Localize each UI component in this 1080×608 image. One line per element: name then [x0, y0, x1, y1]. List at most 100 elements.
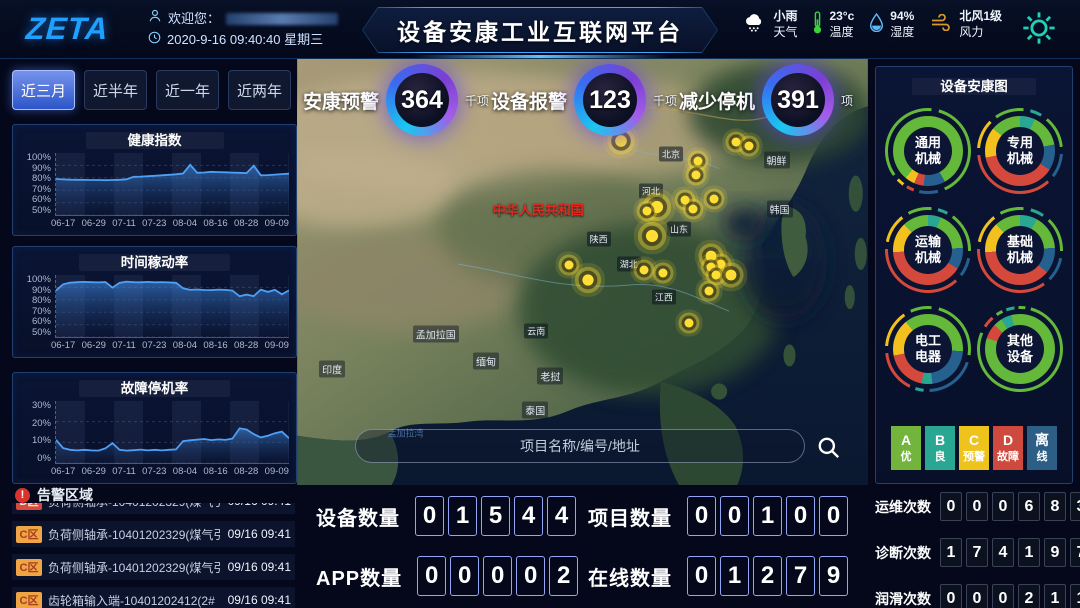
kpi-label: 安康预警: [303, 87, 379, 114]
y-axis: 100%90%80%70%60%50%: [13, 153, 55, 215]
filter-2-years[interactable]: 近两年: [228, 70, 291, 110]
map-marker[interactable]: [681, 195, 690, 204]
time-filter-group: 近三月 近半年 近一年 近两年: [12, 70, 291, 110]
kpi-label: 减少停机: [679, 87, 755, 114]
digit-cell: 0: [417, 556, 446, 596]
map-marker[interactable]: [565, 260, 574, 269]
device-health-panel: 设备安康图 通用机械 专用机械 运输机械 基础机械 电工电器 其他设备 A优 B…: [875, 66, 1073, 484]
search-input[interactable]: [356, 437, 804, 455]
alert-area-title: 告警区域: [37, 485, 93, 505]
alert-row[interactable]: C区 负荷侧轴承-10401202329(煤气引风机电... 09/16 09:…: [12, 521, 295, 547]
y-tick: 80%: [32, 174, 51, 184]
stat-online-count: 在线数量 01279: [588, 556, 848, 596]
map-marker[interactable]: [646, 230, 658, 242]
header-datetime: 2020-9-16 09:40:40 星期三: [167, 29, 323, 50]
digit-cell: 1: [1044, 584, 1066, 608]
filter-3-months[interactable]: 近三月: [12, 70, 75, 110]
digit-cell: 6: [1018, 492, 1040, 521]
china-map[interactable]: 中华人民共和国朝鲜韩国印度孟加拉国缅甸老挝泰国云南北京河北山东陕西湖北江西孟加拉…: [297, 58, 868, 485]
weather-strip: 小雨天气 23°c温度 94%湿度 北风1级风力: [743, 9, 1002, 40]
digit-cell: 0: [483, 556, 512, 596]
digit-cell: 0: [786, 496, 815, 536]
map-marker[interactable]: [639, 265, 648, 274]
project-search-bar: [355, 429, 805, 463]
map-marker[interactable]: [710, 194, 719, 203]
map-marker[interactable]: [689, 204, 698, 213]
counter-label: 运维次数: [875, 497, 931, 517]
digit-cell: 3: [1070, 492, 1080, 521]
y-tick: 60%: [32, 195, 51, 205]
filter-6-months[interactable]: 近半年: [84, 70, 147, 110]
gauge-special-machinery: 专用机械: [977, 108, 1063, 194]
map-marker[interactable]: [745, 142, 754, 151]
y-tick: 100%: [27, 275, 51, 285]
username-redacted: [226, 13, 338, 25]
map-marker[interactable]: [694, 157, 703, 166]
map-label: 陕西: [587, 231, 611, 246]
weather-value: 23°c: [829, 9, 854, 25]
weather-humidity: 94%湿度: [869, 9, 914, 40]
map-marker[interactable]: [706, 251, 717, 262]
weather-value: 北风1级: [959, 9, 1002, 25]
digit-cell: 7: [786, 556, 815, 596]
weather-value: 小雨: [773, 9, 797, 25]
y-tick: 80%: [32, 296, 51, 306]
kpi-row: 安康预警 364 千项 设备报警 123 千项 减少停机 391 项: [297, 64, 868, 136]
chart-title: 故障停机率: [79, 380, 231, 397]
dashboard: ZETA 欢迎您： 2020-9-16 09:40:40 星期三 设备安康工业互…: [0, 0, 1080, 608]
y-tick: 100%: [27, 153, 51, 163]
rain-cloud-icon: [743, 13, 767, 37]
map-marker[interactable]: [717, 259, 726, 268]
kpi-ring: 391: [762, 64, 834, 136]
weather-label: 风力: [959, 25, 1002, 41]
map-marker[interactable]: [651, 201, 663, 213]
x-tick: 07-11: [112, 466, 136, 477]
digit-cell: 0: [687, 496, 716, 536]
x-tick: 08-28: [234, 218, 258, 229]
title-frame: 设备安康工业互联网平台: [362, 7, 718, 53]
time-utilization-chart: 时间稼动率 100%90%80%70%60%50% 06-1706-2907-1…: [12, 246, 297, 358]
digit-cell: 5: [481, 496, 510, 536]
map-marker[interactable]: [582, 274, 593, 285]
digit-cell: 1: [940, 538, 962, 567]
x-axis: 06-1706-2907-1107-2308-0408-1608-2809-09: [51, 466, 289, 477]
x-tick: 07-23: [142, 466, 166, 477]
alert-time: 09/16 09:41: [228, 593, 291, 607]
map-marker[interactable]: [705, 287, 714, 296]
y-tick: 70%: [32, 185, 51, 195]
weather-label: 天气: [773, 25, 797, 41]
y-tick: 20%: [32, 419, 51, 429]
stat-digits: 00100: [687, 496, 848, 536]
map-marker[interactable]: [658, 269, 667, 278]
map-marker[interactable]: [692, 170, 701, 179]
alert-list: D区 负荷侧轴承-10401202329(煤气引风机电... 09/16 09:…: [12, 503, 295, 608]
digit-cell: 2: [549, 556, 578, 596]
y-tick: 60%: [32, 317, 51, 327]
x-tick: 06-29: [82, 340, 106, 351]
search-icon[interactable]: [816, 435, 842, 461]
filter-1-year[interactable]: 近一年: [156, 70, 219, 110]
digit-cell: 0: [966, 492, 988, 521]
digit-cell: 0: [992, 492, 1014, 521]
map-marker[interactable]: [685, 319, 694, 328]
kpi-ring: 123: [574, 64, 646, 136]
stat-label: 在线数量: [588, 562, 672, 591]
map-marker[interactable]: [712, 271, 721, 280]
map-marker[interactable]: [642, 206, 651, 215]
panel-title: 设备安康图: [912, 78, 1036, 95]
kpi-ring: 364: [386, 64, 458, 136]
kpi-value: 391: [771, 73, 825, 127]
stat-label: APP数量: [316, 562, 402, 591]
alert-row[interactable]: C区 负荷侧轴承-10401202329(煤气引风机电... 09/16 09:…: [12, 554, 295, 580]
settings-gear-icon[interactable]: [1020, 9, 1058, 47]
gauge-electrical-equipment: 电工电器: [885, 306, 971, 392]
x-tick: 08-04: [173, 218, 197, 229]
alert-row[interactable]: C区 齿轮箱输入端-10401202412(2#（2V）... 09/16 09…: [12, 587, 295, 608]
map-marker[interactable]: [732, 138, 741, 147]
x-tick: 06-29: [82, 218, 106, 229]
header-bar: ZETA 欢迎您： 2020-9-16 09:40:40 星期三 设备安康工业互…: [0, 0, 1080, 59]
map-label: 朝鲜: [764, 152, 790, 169]
x-tick: 06-17: [51, 340, 75, 351]
digit-cell: 1: [1070, 584, 1080, 608]
digit-cell: 1: [1018, 538, 1040, 567]
